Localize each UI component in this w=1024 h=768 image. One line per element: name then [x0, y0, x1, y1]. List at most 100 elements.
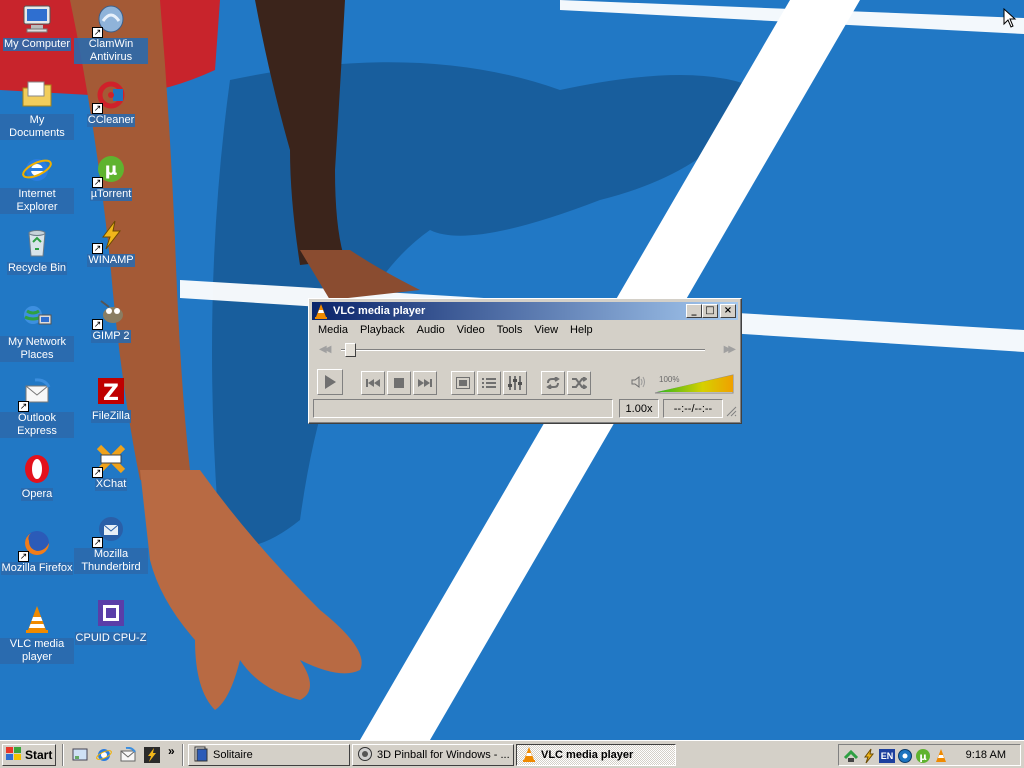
desktop-icon-internet-explorer[interactable]: Internet Explorer: [0, 152, 74, 214]
desktop-icon-ccleaner[interactable]: ↗ CCleaner: [74, 78, 148, 127]
seek-bar[interactable]: ◀◀ ▶▶: [319, 343, 737, 357]
start-label: Start: [25, 748, 53, 762]
task-button-solitaire[interactable]: Solitaire: [188, 744, 350, 766]
shortcut-arrow-icon: ↗: [92, 467, 103, 478]
status-message: [313, 399, 613, 418]
desktop-icon-winamp[interactable]: ↗ WINAMP: [74, 218, 148, 267]
desktop-icon-label: µTorrent: [89, 188, 133, 201]
task-button-vlc[interactable]: VLC media player: [516, 744, 676, 766]
desktop-icon-my-computer[interactable]: My Computer: [0, 2, 74, 51]
fullscreen-button[interactable]: [451, 371, 475, 395]
menu-audio[interactable]: Audio: [411, 324, 451, 336]
next-button[interactable]: [413, 371, 437, 395]
vlc-window-title: VLC media player: [333, 305, 426, 317]
opera-icon: [20, 452, 54, 486]
my-computer-icon: [20, 2, 54, 36]
time-display[interactable]: --:--/--:--: [663, 399, 723, 418]
desktop-icon-my-documents[interactable]: My Documents: [0, 78, 74, 140]
shortcut-arrow-icon: ↗: [18, 551, 29, 562]
play-button[interactable]: [317, 369, 343, 395]
ccleaner-tray-icon[interactable]: [897, 748, 913, 764]
task-button-pinball[interactable]: 3D Pinball for Windows - ...: [352, 744, 514, 766]
ccleaner-icon: ↗: [92, 78, 128, 114]
desktop-icon-label: My Network Places: [0, 336, 74, 362]
previous-button[interactable]: [361, 371, 385, 395]
clock[interactable]: 9:18 AM: [966, 749, 1006, 761]
vlc-menu-bar: Media Playback Audio Video Tools View He…: [312, 321, 738, 339]
seek-track[interactable]: [341, 349, 705, 351]
shortcut-arrow-icon: ↗: [92, 319, 103, 330]
firefox-icon: ↗: [18, 526, 54, 562]
outlook-express-icon[interactable]: [120, 746, 136, 763]
winamp-icon[interactable]: [144, 747, 160, 763]
my-documents-icon: [20, 78, 54, 112]
speaker-icon[interactable]: [631, 375, 647, 392]
menu-view[interactable]: View: [528, 324, 564, 336]
solitaire-icon: [193, 746, 209, 765]
vlc-cone-icon: [20, 602, 54, 636]
desktop-icon-xchat[interactable]: ↗ XChat: [74, 442, 148, 491]
next-icon: [418, 379, 432, 387]
desktop-icon-clamwin[interactable]: ↗ ClamWin Antivirus: [74, 2, 148, 64]
vlc-title-bar[interactable]: VLC media player _ □ ×: [312, 302, 738, 320]
vlc-tray-icon[interactable]: [933, 748, 949, 764]
windows-logo-icon: [6, 746, 22, 764]
menu-playback[interactable]: Playback: [354, 324, 411, 336]
desktop-icon-recycle-bin[interactable]: Recycle Bin: [0, 226, 74, 275]
desktop-icon-network-places[interactable]: My Network Places: [0, 300, 74, 362]
start-button[interactable]: Start: [2, 744, 56, 766]
volume-control[interactable]: 100%: [631, 371, 735, 395]
vlc-cone-icon: [521, 746, 537, 765]
show-desktop-icon[interactable]: [72, 747, 88, 763]
desktop-icon-gimp[interactable]: ↗ GIMP 2: [74, 294, 148, 343]
network-places-icon: [20, 300, 54, 334]
shortcut-arrow-icon: ↗: [92, 243, 103, 254]
seek-handle[interactable]: [345, 343, 356, 357]
equalizer-icon: [508, 376, 522, 390]
desktop-icon-utorrent[interactable]: µ ↗ µTorrent: [74, 152, 148, 201]
desktop-icon-label: VLC media player: [0, 638, 74, 664]
minimize-button[interactable]: _: [686, 304, 702, 318]
cpuz-icon: [94, 596, 128, 630]
network-tray-icon[interactable]: [843, 748, 859, 764]
loop-button[interactable]: [541, 371, 565, 395]
desktop-icon-vlc[interactable]: VLC media player: [0, 602, 74, 664]
desktop-icon-label: XChat: [94, 478, 128, 491]
utorrent-tray-icon[interactable]: µ: [915, 748, 931, 764]
desktop-icon-cpuz[interactable]: CPUID CPU-Z: [74, 596, 148, 645]
resize-grip-icon[interactable]: [725, 405, 737, 420]
vlc-window[interactable]: VLC media player _ □ × Media Playback Au…: [308, 298, 742, 424]
seek-backward-icon[interactable]: ◀◀: [319, 344, 332, 355]
maximize-button[interactable]: □: [702, 304, 718, 318]
playlist-button[interactable]: [477, 371, 501, 395]
desktop-icon-thunderbird[interactable]: ↗ Mozilla Thunderbird: [74, 512, 148, 574]
loop-icon: [546, 377, 560, 389]
menu-video[interactable]: Video: [451, 324, 491, 336]
internet-explorer-icon[interactable]: [96, 747, 112, 763]
volume-slider[interactable]: [653, 373, 735, 395]
menu-media[interactable]: Media: [312, 324, 354, 336]
language-indicator[interactable]: EN: [879, 749, 895, 763]
desktop-icon-firefox[interactable]: ↗ Mozilla Firefox: [0, 526, 74, 575]
desktop-icon-label: Opera: [20, 488, 54, 501]
close-button[interactable]: ×: [720, 304, 736, 318]
playback-speed[interactable]: 1.00x: [619, 399, 659, 418]
menu-tools[interactable]: Tools: [491, 324, 529, 336]
shortcut-arrow-icon: ↗: [92, 103, 103, 114]
stop-button[interactable]: [387, 371, 411, 395]
winamp-icon: ↗: [92, 218, 128, 254]
extended-settings-button[interactable]: [503, 371, 527, 395]
seek-forward-icon[interactable]: ▶▶: [724, 344, 737, 355]
shuffle-button[interactable]: [567, 371, 591, 395]
shortcut-arrow-icon: ↗: [92, 177, 103, 188]
desktop-icon-outlook-express[interactable]: ↗ Outlook Express: [0, 376, 74, 438]
svg-text:µ: µ: [105, 160, 118, 180]
quick-launch-overflow-icon[interactable]: »: [168, 744, 175, 758]
task-label: VLC media player: [541, 749, 634, 761]
desktop-icon-opera[interactable]: Opera: [0, 452, 74, 501]
desktop-icon-filezilla[interactable]: Z FileZilla: [74, 374, 148, 423]
winamp-tray-icon[interactable]: [861, 748, 877, 764]
menu-help[interactable]: Help: [564, 324, 599, 336]
desktop-icon-label: Mozilla Firefox: [0, 562, 74, 575]
task-label: Solitaire: [213, 749, 253, 761]
